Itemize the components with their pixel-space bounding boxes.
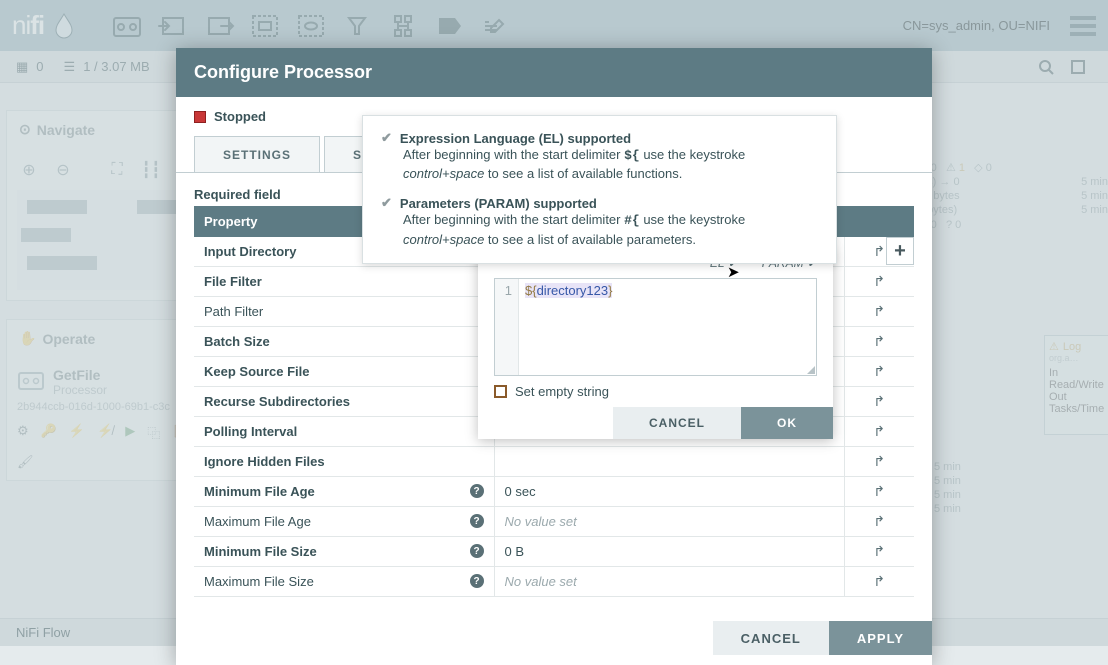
property-name: Polling Interval xyxy=(194,417,494,447)
col-actions xyxy=(844,206,914,237)
property-action[interactable]: ↱ xyxy=(844,327,914,357)
editor-ok-button[interactable]: OK xyxy=(741,407,833,439)
add-property-button[interactable]: + xyxy=(886,237,914,265)
property-value[interactable]: 0 sec xyxy=(494,477,844,507)
property-name: File Filter xyxy=(194,267,494,297)
modal-apply-button[interactable]: APPLY xyxy=(829,621,932,655)
goto-icon[interactable]: ↱ xyxy=(873,543,885,559)
goto-icon[interactable]: ↱ xyxy=(873,483,885,499)
help-icon[interactable]: ? xyxy=(470,574,484,588)
goto-icon[interactable]: ↱ xyxy=(873,513,885,529)
property-action[interactable]: ↱ xyxy=(844,477,914,507)
table-row[interactable]: Minimum File Size?0 B ↱ xyxy=(194,537,914,567)
modal-cancel-button[interactable]: CANCEL xyxy=(713,621,829,655)
goto-icon[interactable]: ↱ xyxy=(873,423,885,439)
property-name: Recurse Subdirectories xyxy=(194,387,494,417)
goto-icon[interactable]: ↱ xyxy=(873,363,885,379)
property-name: Path Filter xyxy=(194,297,494,327)
property-action[interactable]: ↱ xyxy=(844,297,914,327)
property-name: Maximum File Age? xyxy=(194,507,494,537)
set-empty-string-label: Set empty string xyxy=(515,384,609,399)
goto-icon[interactable]: ↱ xyxy=(873,273,885,289)
table-row[interactable]: Maximum File Size?No value set ↱ xyxy=(194,567,914,597)
property-action[interactable]: ↱ xyxy=(844,417,914,447)
property-value[interactable]: No value set xyxy=(494,507,844,537)
table-row[interactable]: Minimum File Age?0 sec ↱ xyxy=(194,477,914,507)
property-action[interactable]: ↱ xyxy=(844,387,914,417)
property-name: Ignore Hidden Files xyxy=(194,447,494,477)
property-name: Maximum File Size? xyxy=(194,567,494,597)
property-editor-popup: EL ✔ PARAM ✔ 1 ${directory123} Set empty… xyxy=(478,248,833,439)
table-row[interactable]: Maximum File Age?No value set ↱ xyxy=(194,507,914,537)
check-icon: ✔ xyxy=(381,195,392,211)
check-icon: ✔ xyxy=(381,130,392,146)
property-action[interactable]: ↱ xyxy=(844,357,914,387)
property-name: Keep Source File xyxy=(194,357,494,387)
property-name: Minimum File Age? xyxy=(194,477,494,507)
cursor-icon: ➤ xyxy=(727,263,740,281)
stopped-icon xyxy=(194,111,206,123)
set-empty-string-checkbox[interactable] xyxy=(494,385,507,398)
goto-icon[interactable]: ↱ xyxy=(873,393,885,409)
property-action[interactable]: ↱ xyxy=(844,267,914,297)
goto-icon[interactable]: ↱ xyxy=(873,573,885,589)
property-value[interactable]: 0 B xyxy=(494,537,844,567)
property-name: Minimum File Size? xyxy=(194,537,494,567)
goto-icon[interactable]: ↱ xyxy=(873,303,885,319)
modal-title: Configure Processor xyxy=(176,48,932,97)
help-icon[interactable]: ? xyxy=(470,544,484,558)
resize-handle-icon[interactable] xyxy=(807,366,815,374)
line-gutter: 1 xyxy=(495,279,519,375)
goto-icon[interactable]: ↱ xyxy=(873,243,885,259)
property-name: Batch Size xyxy=(194,327,494,357)
property-value[interactable] xyxy=(494,447,844,477)
property-value-editor[interactable]: 1 ${directory123} xyxy=(494,278,817,376)
editor-cancel-button[interactable]: CANCEL xyxy=(613,407,741,439)
help-icon[interactable]: ? xyxy=(470,484,484,498)
property-action[interactable]: ↱ xyxy=(844,537,914,567)
table-row[interactable]: Ignore Hidden Files ↱ xyxy=(194,447,914,477)
property-action[interactable]: ↱ xyxy=(844,507,914,537)
tab-settings[interactable]: SETTINGS xyxy=(194,136,320,172)
goto-icon[interactable]: ↱ xyxy=(873,333,885,349)
goto-icon[interactable]: ↱ xyxy=(873,453,885,469)
help-icon[interactable]: ? xyxy=(470,514,484,528)
el-param-tooltip: ✔Expression Language (EL) supported Afte… xyxy=(362,115,837,264)
property-action[interactable]: ↱ xyxy=(844,447,914,477)
property-value[interactable]: No value set xyxy=(494,567,844,597)
property-action[interactable]: ↱ xyxy=(844,567,914,597)
